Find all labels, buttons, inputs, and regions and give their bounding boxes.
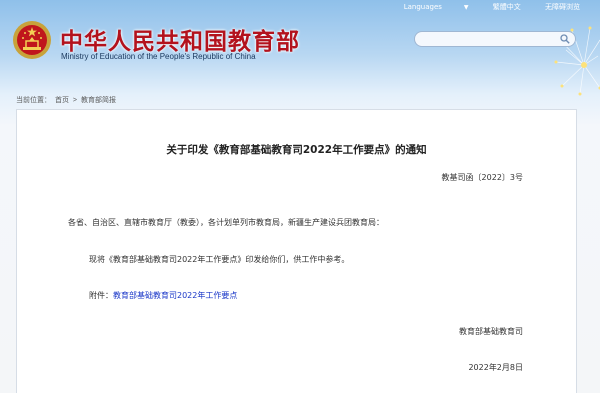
top-links: Languages ▼ 繁體中文 无障碍浏览 — [360, 2, 580, 12]
article-panel: 关于印发《教育部基础教育司2022年工作要点》的通知 教基司函〔2022〕3号 … — [16, 109, 577, 393]
breadcrumb: 当前位置： 首页 > 教育部简报 — [16, 95, 118, 105]
breadcrumb-separator: > — [72, 97, 77, 104]
national-emblem-icon — [13, 21, 51, 59]
attachment-link[interactable]: 教育部基础教育司2022年工作要点 — [113, 291, 237, 300]
languages-label: Languages — [403, 3, 442, 11]
site-logo-title[interactable]: 中华人民共和国教育部 — [60, 22, 300, 56]
recipients-paragraph: 各省、自治区、直辖市教育厅（教委），各计划单列市教育局，新疆生产建设兵团教育局： — [68, 218, 384, 227]
traditional-chinese-link[interactable]: 繁體中文 — [493, 3, 521, 11]
article-title: 关于印发《教育部基础教育司2022年工作要点》的通知 — [166, 144, 427, 156]
attachment-label: 附件： — [89, 291, 113, 300]
search-input[interactable] — [414, 31, 576, 47]
breadcrumb-section[interactable]: 教育部简报 — [81, 97, 116, 104]
document-number: 教基司函〔2022〕3号 — [441, 173, 523, 182]
issuer-signature: 教育部基础教育司 — [459, 327, 523, 336]
accessibility-link[interactable]: 无障碍浏览 — [545, 3, 580, 11]
chevron-down-icon: ▼ — [463, 4, 469, 11]
breadcrumb-home[interactable]: 首页 — [55, 97, 69, 104]
site-logo-subtitle: Ministry of Education of the People's Re… — [61, 52, 256, 61]
attachment-paragraph: 附件：教育部基础教育司2022年工作要点 — [89, 290, 237, 301]
body-paragraph: 现将《教育部基础教育司2022年工作要点》印发给你们，供工作中参考。 — [89, 255, 350, 264]
issue-date: 2022年2月8日 — [468, 363, 523, 372]
breadcrumb-prefix: 当前位置： — [16, 97, 51, 104]
search-icon[interactable] — [560, 34, 570, 44]
languages-link[interactable]: Languages ▼ — [382, 3, 469, 11]
